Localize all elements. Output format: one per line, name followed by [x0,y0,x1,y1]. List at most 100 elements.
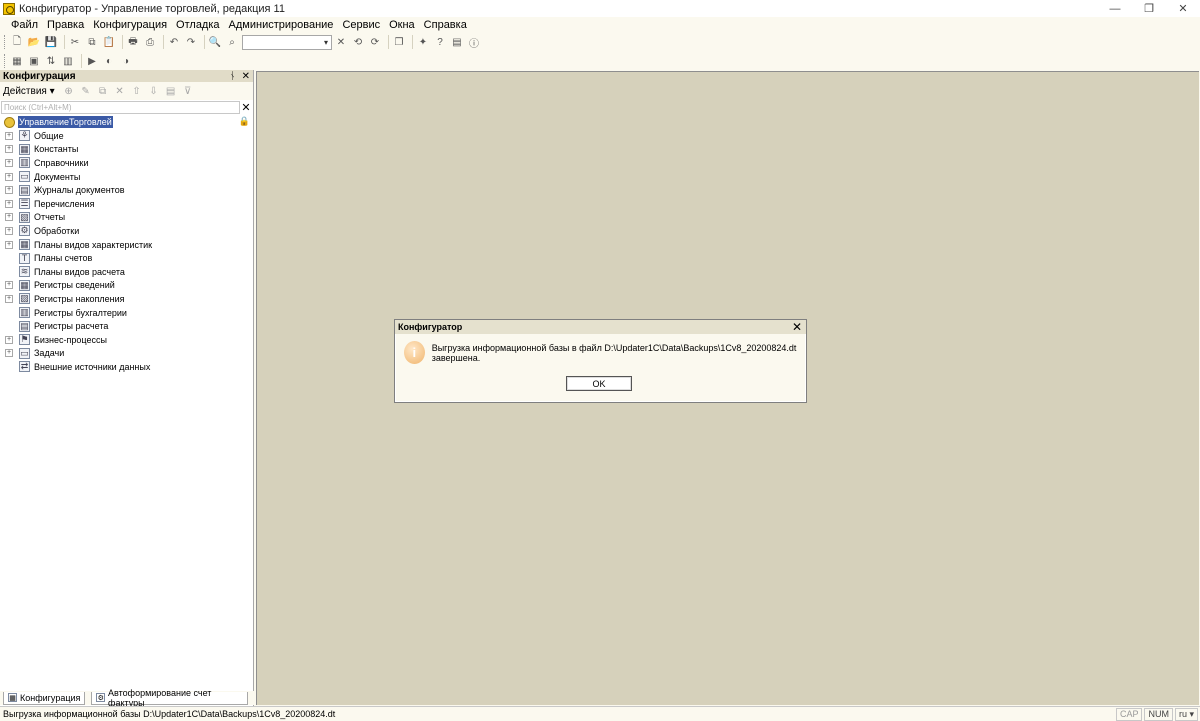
tree-item[interactable]: + ▨ Регистры накопления [0,292,253,306]
tree-root-label[interactable]: УправлениеТорговлей [18,116,113,128]
print-preview-icon[interactable]: ⎙ [143,35,157,49]
redo-icon[interactable]: ↷ [184,35,198,49]
new-file-icon[interactable]: 🗋 [10,35,24,49]
menu-configuration[interactable]: Конфигурация [93,19,167,31]
find-icon[interactable]: 🔍 [208,35,222,49]
close-window-button[interactable]: ✕ [1166,0,1200,17]
tree-item-label: Перечисления [34,198,95,209]
toolbar-search-input[interactable]: ▾ [242,34,332,50]
expand-icon[interactable]: + [5,335,13,344]
copy-icon[interactable]: ⧉ [85,35,99,49]
tree-item[interactable]: + ▧ Отчеты [0,211,253,225]
copy-item-icon[interactable]: ⧉ [97,85,109,97]
tree-item[interactable]: + ▭ Документы [0,170,253,184]
move-down-icon[interactable]: ⇩ [148,85,160,97]
tab-auto-invoice[interactable]: ⚙ Автоформирование счет фактуры [91,688,248,708]
tab-configuration[interactable]: ▦ Конфигурация [3,691,86,705]
tree-item[interactable]: ▤ Регистры расчета [0,319,253,333]
expand-icon[interactable]: + [5,240,13,249]
print-icon[interactable]: 🖶 [126,35,140,49]
dialog-close-icon[interactable]: ✕ [791,320,803,334]
wand-icon[interactable]: ✦ [416,35,430,49]
menu-service[interactable]: Сервис [342,19,380,31]
tree-item[interactable]: ≋ Планы видов расчета [0,265,253,279]
menu-administration[interactable]: Администрирование [229,19,334,31]
find-next-icon[interactable]: ⟲ [351,35,365,49]
tree-item[interactable]: + ☰ Перечисления [0,197,253,211]
search-dropdown-icon[interactable]: ▾ [321,36,331,49]
pin-icon[interactable]: ᚾ [230,71,236,82]
tree-item[interactable]: + ⚘ Общие [0,129,253,143]
filter-icon[interactable]: ⊽ [182,85,194,97]
menu-help[interactable]: Справка [424,19,467,31]
expand-icon[interactable]: + [5,199,13,208]
tree-search-clear-icon[interactable]: ✕ [240,101,252,114]
expand-icon[interactable]: + [5,294,13,303]
tree-item[interactable]: + ▦ Планы видов характеристик [0,238,253,252]
tree-item[interactable]: + ▭ Задачи [0,347,253,361]
expand-icon[interactable]: + [5,281,13,290]
expand-icon[interactable]: + [5,213,13,222]
start-debug-icon[interactable]: ▶ [85,54,99,68]
menu-debug[interactable]: Отладка [176,19,219,31]
open-file-icon[interactable]: 📂 [27,35,41,49]
actions-menu-button[interactable]: Действия ▾ [3,86,55,97]
run-client-icon[interactable]: ◑ [119,54,133,68]
expand-icon[interactable]: + [5,158,13,167]
configuration-panel: Конфигурация ᚾ ✕ Действия ▾ ⊕ ✎ ⧉ ✕ ⇧ ⇩ … [0,70,254,707]
tree-item[interactable]: + ⚑ Бизнес-процессы [0,333,253,347]
expand-icon[interactable]: + [5,226,13,235]
toolbar-grip[interactable] [4,35,6,49]
update-db-icon[interactable]: ⇅ [44,54,58,68]
tree-item-label: Бизнес-процессы [34,334,107,345]
window-list-icon[interactable]: ❐ [392,35,406,49]
ok-button[interactable]: OK [566,376,632,391]
syntax-helper-icon[interactable]: ▤ [450,35,464,49]
language-indicator[interactable]: ru ▾ [1174,707,1198,721]
find-prev-icon[interactable]: ⟳ [368,35,382,49]
sort-icon[interactable]: ▤ [165,85,177,97]
menu-edit[interactable]: Правка [47,19,84,31]
expand-icon[interactable]: + [5,131,13,140]
cut-icon[interactable]: ✂ [68,35,82,49]
restore-button[interactable]: ❐ [1132,0,1166,17]
help-context-icon[interactable]: ? [433,35,447,49]
run-enterprise-icon[interactable]: ◐ [102,54,116,68]
expand-icon[interactable]: + [5,172,13,181]
tree-item[interactable]: + ▤ Журналы документов [0,183,253,197]
expand-icon[interactable]: + [5,349,13,358]
tree-item[interactable]: + ▦ Константы [0,143,253,157]
tree-item[interactable]: ▥ Регистры бухгалтерии [0,306,253,320]
find-in-files-icon[interactable]: ⌕ [225,35,239,49]
delete-icon[interactable]: ✕ [114,85,126,97]
add-icon[interactable]: ⊕ [63,85,75,97]
journals-icon: ▤ [19,184,30,196]
expand-icon[interactable]: + [5,186,13,195]
tree-search-input[interactable]: Поиск (Ctrl+Alt+M) [1,100,240,114]
menu-windows[interactable]: Окна [389,19,415,31]
search-clear-icon[interactable]: ✕ [334,35,348,49]
tree-item-label: Обработки [34,225,80,236]
minimize-button[interactable]: — [1098,0,1132,17]
toolbar-separator [163,35,164,49]
toolbar-grip[interactable] [4,54,6,68]
tree-root[interactable]: УправлениеТорговлей 🔒 [0,115,253,129]
db-config-icon[interactable]: ▣ [27,54,41,68]
move-up-icon[interactable]: ⇧ [131,85,143,97]
panel-close-icon[interactable]: ✕ [242,71,250,82]
tree-item[interactable]: T Планы счетов [0,251,253,265]
expand-icon[interactable]: + [5,145,13,154]
tree-item[interactable]: + ⚙ Обработки [0,224,253,238]
tree-item[interactable]: + ▦ Регистры сведений [0,279,253,293]
tree-item[interactable]: + ▥ Справочники [0,156,253,170]
properties-icon[interactable]: ▥ [61,54,75,68]
accounting-registers-icon: ▥ [19,307,30,319]
tree-item[interactable]: ⇄ Внешние источники данных [0,360,253,374]
edit-icon[interactable]: ✎ [80,85,92,97]
config-window-icon[interactable]: ▦ [10,54,24,68]
undo-icon[interactable]: ↶ [167,35,181,49]
paste-icon[interactable]: 📋 [102,35,116,49]
menu-file[interactable]: Файл [11,19,38,31]
save-icon[interactable]: 💾 [44,35,58,49]
info-icon[interactable]: ⓘ [467,35,481,50]
